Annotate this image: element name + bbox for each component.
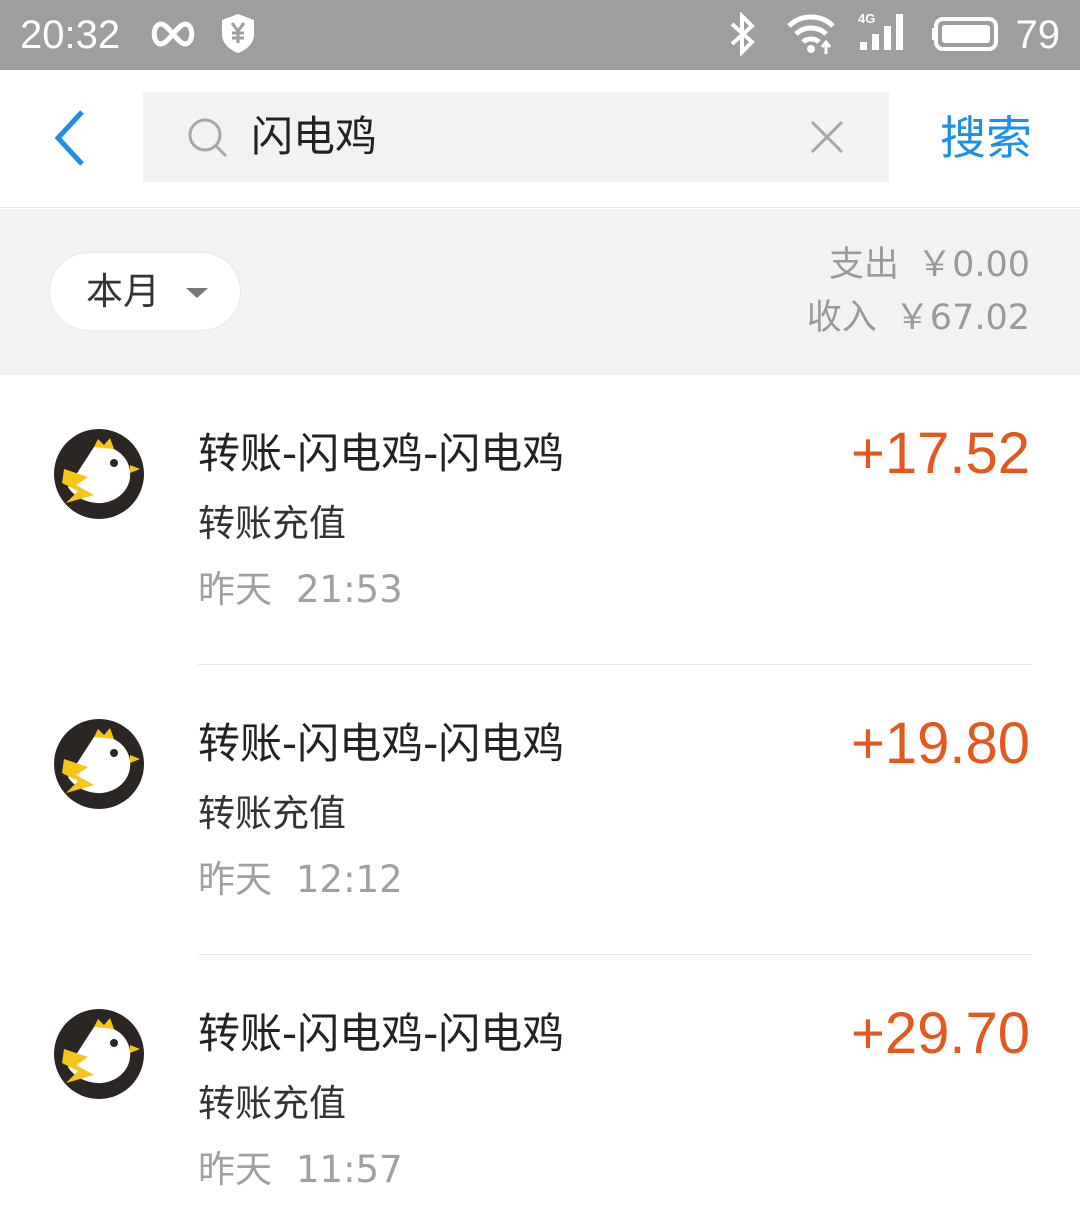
transaction-time: 昨天 21:53 bbox=[198, 565, 403, 615]
lightning-chicken-logo-icon bbox=[54, 429, 144, 519]
battery-level: 79 bbox=[1015, 13, 1061, 57]
transaction-subtitle: 转账充值 bbox=[198, 502, 346, 545]
expense-label: 支出 bbox=[829, 245, 900, 285]
transaction-clock: 21:53 bbox=[296, 568, 403, 611]
search-input[interactable]: 闪电鸡 bbox=[143, 92, 889, 182]
transaction-time: 昨天 12:12 bbox=[198, 855, 403, 905]
wifi-icon bbox=[787, 14, 835, 54]
totals: 支出 ￥0.00 收入 ￥67.02 bbox=[807, 239, 1030, 345]
shield-yen-icon bbox=[222, 14, 254, 53]
search-button[interactable]: 搜索 bbox=[940, 108, 1032, 168]
transaction-subtitle: 转账充值 bbox=[198, 1082, 346, 1125]
transaction-subtitle: 转账充值 bbox=[198, 792, 346, 835]
transaction-clock: 12:12 bbox=[296, 858, 403, 901]
back-button[interactable] bbox=[40, 100, 104, 176]
transaction-day: 昨天 bbox=[198, 568, 272, 611]
transaction-title: 转账-闪电鸡-闪电鸡 bbox=[198, 1009, 565, 1058]
transaction-item[interactable]: 转账-闪电鸡-闪电鸡 转账充值 昨天 12:12 +19.80 bbox=[0, 665, 1080, 955]
search-query-text: 闪电鸡 bbox=[251, 112, 378, 161]
transaction-item[interactable]: 转账-闪电鸡-闪电鸡 转账充值 昨天 21:53 +17.52 bbox=[0, 375, 1080, 665]
income-row: 收入 ￥67.02 bbox=[807, 292, 1030, 345]
transaction-amount: +19.80 bbox=[850, 711, 1030, 776]
chevron-left-icon bbox=[54, 110, 84, 166]
transaction-time: 昨天 11:57 bbox=[198, 1145, 403, 1195]
transaction-day: 昨天 bbox=[198, 858, 272, 901]
transaction-item[interactable]: 转账-闪电鸡-闪电鸡 转账充值 昨天 11:57 +29.70 bbox=[0, 955, 1080, 1221]
infinity-icon bbox=[151, 21, 195, 47]
transaction-amount: +17.52 bbox=[850, 421, 1030, 486]
search-icon bbox=[188, 118, 228, 158]
transaction-amount: +29.70 bbox=[850, 1001, 1030, 1066]
status-bar: 20:32 4G 79 bbox=[0, 0, 1080, 70]
transaction-title: 转账-闪电鸡-闪电鸡 bbox=[198, 719, 565, 768]
lightning-chicken-logo-icon bbox=[54, 719, 144, 809]
transaction-clock: 11:57 bbox=[296, 1148, 403, 1191]
battery-icon bbox=[932, 17, 998, 51]
lightning-chicken-logo-icon bbox=[54, 1009, 144, 1099]
signal-icon: 4G bbox=[858, 11, 903, 50]
caret-down-icon bbox=[186, 288, 208, 298]
income-label: 收入 bbox=[806, 298, 877, 338]
expense-row: 支出 ￥0.00 bbox=[807, 239, 1030, 292]
bluetooth-icon bbox=[730, 12, 755, 56]
period-label: 本月 bbox=[86, 270, 160, 313]
income-value: ￥67.02 bbox=[894, 298, 1030, 338]
close-icon[interactable] bbox=[809, 119, 845, 155]
expense-value: ￥0.00 bbox=[917, 245, 1030, 285]
svg-text:4G: 4G bbox=[858, 11, 875, 26]
search-header: 闪电鸡 搜索 bbox=[0, 70, 1080, 208]
transaction-title: 转账-闪电鸡-闪电鸡 bbox=[198, 429, 565, 478]
summary-band: 本月 支出 ￥0.00 收入 ￥67.02 bbox=[0, 209, 1080, 374]
status-time: 20:32 bbox=[20, 13, 121, 57]
period-dropdown[interactable]: 本月 bbox=[49, 252, 241, 331]
transaction-day: 昨天 bbox=[198, 1148, 272, 1191]
